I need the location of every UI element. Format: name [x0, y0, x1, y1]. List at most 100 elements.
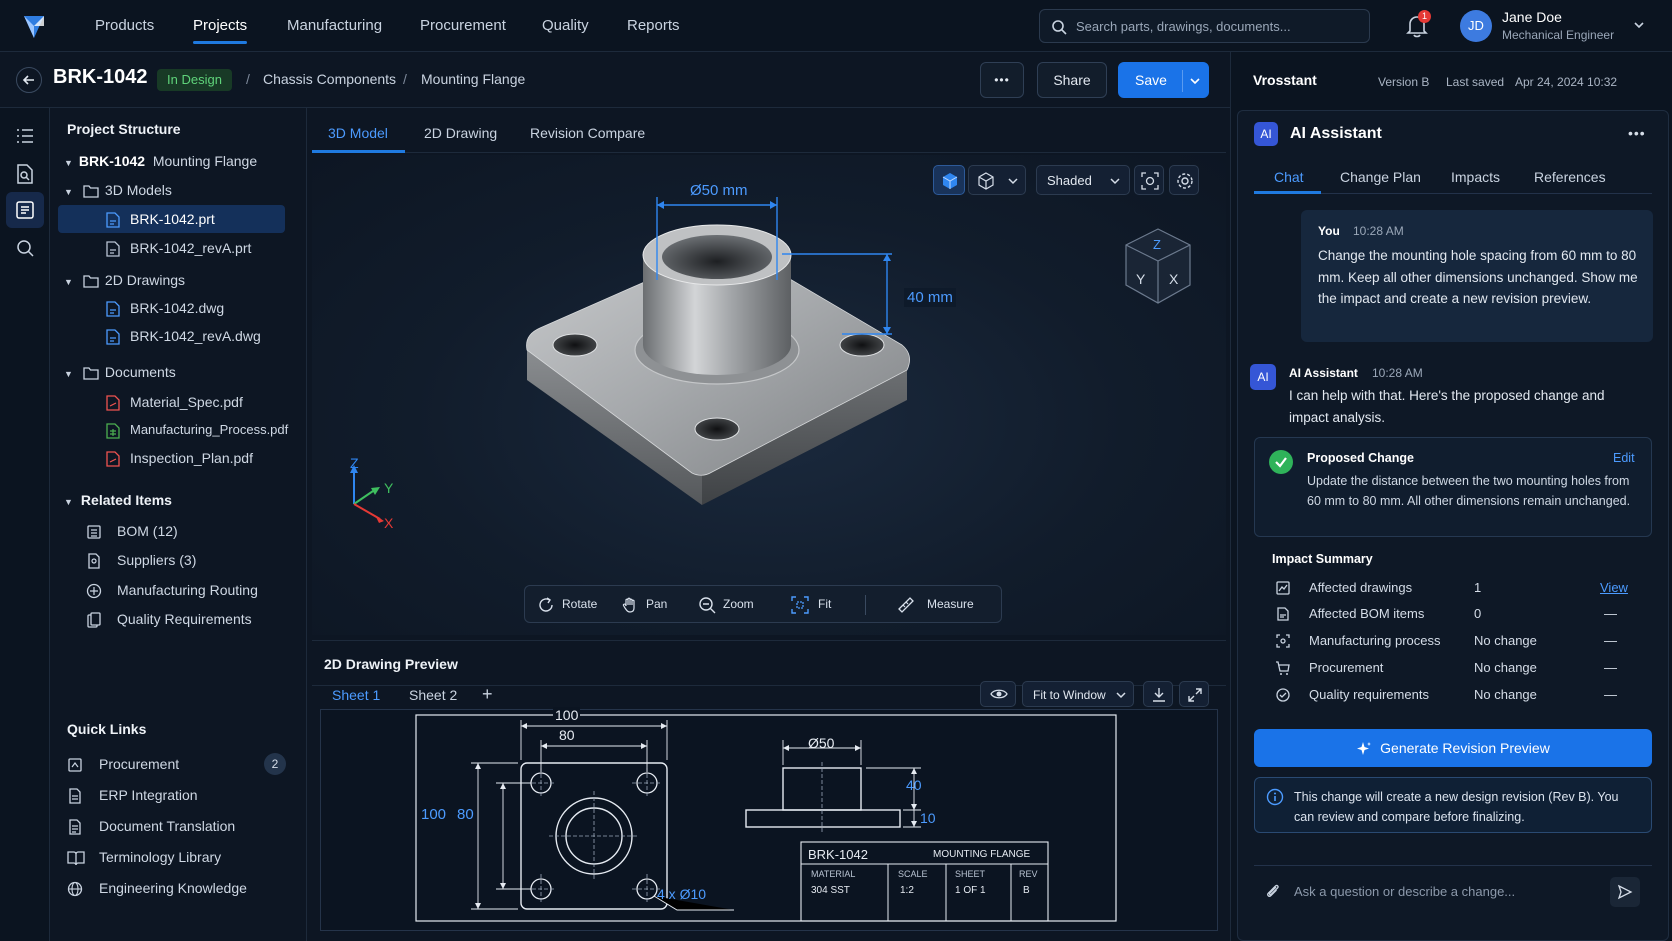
- avatar[interactable]: JD: [1460, 10, 1492, 42]
- drawing-sheet[interactable]: 100 80 100 80 4 x Ø10 Ø50 40 10 BRK-1042…: [320, 707, 1218, 931]
- caret-down-icon: ▼: [64, 277, 73, 287]
- tab-sheet-2[interactable]: Sheet 2: [409, 687, 457, 703]
- folder-icon: [83, 184, 105, 198]
- nav-quality[interactable]: Quality: [542, 0, 589, 52]
- 3d-viewport[interactable]: Shaded Z Y X Ø50 mm 40 mm Z Y X: [312, 155, 1226, 635]
- quick-link-erp[interactable]: ERP Integration: [67, 781, 287, 809]
- tree-file-material-spec[interactable]: Material_Spec.pdf: [106, 388, 291, 416]
- pan-tool[interactable]: Pan: [621, 586, 667, 622]
- tab-references[interactable]: References: [1534, 169, 1606, 185]
- tree-file-manufacturing-process[interactable]: Manufacturing_Process.pdf: [106, 416, 291, 444]
- file-label: Inspection_Plan.pdf: [130, 450, 253, 466]
- settings-button[interactable]: [1169, 165, 1199, 195]
- impact-value: 0: [1474, 606, 1482, 621]
- list-tree-icon[interactable]: [13, 124, 37, 148]
- quick-link-label: Procurement: [99, 756, 180, 772]
- related-items-header[interactable]: ▼ Related Items: [64, 486, 284, 514]
- screenshot-button[interactable]: [1134, 165, 1164, 195]
- related-item-quality-requirements[interactable]: Quality Requirements: [86, 605, 286, 633]
- tab-revision-compare[interactable]: Revision Compare: [530, 125, 645, 141]
- nav-procurement[interactable]: Procurement: [420, 0, 506, 52]
- render-mode-select[interactable]: Shaded: [1036, 165, 1130, 195]
- document-search-icon[interactable]: [13, 162, 37, 186]
- tree-file-prt-reva[interactable]: BRK-1042_revA.prt: [106, 234, 286, 262]
- back-button[interactable]: [16, 67, 42, 93]
- edit-link[interactable]: Edit: [1613, 451, 1635, 465]
- tree-file-dwg-reva[interactable]: BRK-1042_revA.dwg: [106, 322, 286, 350]
- view-cube-x-label: X: [1169, 271, 1179, 287]
- nav-manufacturing[interactable]: Manufacturing: [287, 0, 382, 52]
- tree-file-prt[interactable]: BRK-1042.prt: [58, 205, 285, 233]
- add-sheet-icon[interactable]: +: [482, 684, 493, 705]
- download-button[interactable]: [1143, 681, 1173, 707]
- more-options-icon[interactable]: •••: [1628, 125, 1646, 141]
- impact-action: —: [1604, 606, 1617, 621]
- dim-height-10: 10: [920, 810, 936, 826]
- inspect-icon[interactable]: [13, 236, 37, 260]
- tree-folder-documents[interactable]: ▼ Documents: [64, 358, 284, 386]
- more-options-button[interactable]: •••: [980, 62, 1024, 98]
- related-item-bom[interactable]: BOM (12): [86, 517, 286, 545]
- view-cube-widget[interactable]: Z Y X: [1122, 227, 1194, 307]
- impact-value: 1: [1474, 580, 1482, 595]
- visibility-toggle[interactable]: [980, 681, 1016, 707]
- related-item-suppliers[interactable]: Suppliers (3): [86, 546, 286, 574]
- app-logo-icon[interactable]: [20, 12, 48, 40]
- quick-link-procurement[interactable]: Procurement: [67, 750, 287, 778]
- tab-sheet-1[interactable]: Sheet 1: [332, 687, 380, 703]
- tree-folder-3d-models[interactable]: ▼ 3D Models: [64, 176, 284, 204]
- tab-2d-drawing[interactable]: 2D Drawing: [424, 125, 497, 141]
- ai-avatar-icon: AI: [1250, 364, 1276, 390]
- quick-link-terminology[interactable]: Terminology Library: [67, 843, 287, 871]
- expand-button[interactable]: [1179, 681, 1209, 707]
- dim-diameter-50: Ø50: [808, 735, 835, 751]
- top-nav-bar: Products Projects Manufacturing Procurem…: [0, 0, 1672, 52]
- tab-3d-model[interactable]: 3D Model: [328, 125, 388, 141]
- tree-folder-2d-drawings[interactable]: ▼ 2D Drawings: [64, 266, 284, 294]
- search-input[interactable]: Search parts, drawings, documents...: [1039, 9, 1370, 43]
- chevron-down-icon[interactable]: [1632, 18, 1646, 32]
- breadcrumb-item-chassis[interactable]: Chassis Components: [263, 71, 396, 87]
- fit-to-window-select[interactable]: Fit to Window: [1022, 681, 1134, 707]
- paperclip-icon[interactable]: [1264, 882, 1282, 900]
- generate-revision-preview-button[interactable]: Generate Revision Preview: [1254, 729, 1652, 767]
- quick-link-engineering-knowledge[interactable]: Engineering Knowledge: [67, 874, 287, 902]
- chevron-down-icon[interactable]: [1188, 74, 1202, 88]
- nav-reports[interactable]: Reports: [627, 0, 680, 52]
- related-item-manufacturing-routing[interactable]: Manufacturing Routing: [86, 576, 286, 604]
- quality-doc-icon: [86, 612, 117, 628]
- ask-input[interactable]: Ask a question or describe a change...: [1294, 884, 1515, 899]
- view-link[interactable]: View: [1600, 580, 1628, 595]
- breadcrumb-item-flange[interactable]: Mounting Flange: [421, 71, 525, 87]
- supplier-doc-icon: [86, 553, 117, 569]
- tab-impacts[interactable]: Impacts: [1451, 169, 1500, 185]
- tree-file-inspection-plan[interactable]: Inspection_Plan.pdf: [106, 444, 291, 472]
- search-icon: [1052, 20, 1067, 35]
- generate-label: Generate Revision Preview: [1380, 740, 1550, 756]
- nav-projects[interactable]: Projects: [193, 0, 248, 52]
- view-cube-solid-button[interactable]: [933, 165, 965, 195]
- folder-icon: [83, 366, 105, 380]
- rotate-tool[interactable]: Rotate: [537, 586, 597, 622]
- send-button[interactable]: [1610, 877, 1640, 907]
- tab-change-plan[interactable]: Change Plan: [1340, 169, 1421, 185]
- nav-products[interactable]: Products: [95, 0, 154, 52]
- view-orientation-dropdown[interactable]: [968, 165, 1026, 195]
- model-tree-icon[interactable]: [13, 198, 37, 222]
- render-mode-value: Shaded: [1047, 173, 1092, 188]
- status-badge: In Design: [157, 69, 232, 91]
- save-button[interactable]: Save: [1118, 62, 1209, 98]
- fit-tool[interactable]: Fit: [791, 586, 831, 622]
- share-button[interactable]: Share: [1037, 62, 1107, 98]
- tree-root[interactable]: ▼ BRK-1042 Mounting Flange: [64, 147, 284, 175]
- sheet-file-icon: [106, 422, 130, 439]
- tab-chat[interactable]: Chat: [1274, 169, 1304, 185]
- measure-tool[interactable]: Measure: [897, 586, 974, 622]
- file-label: Material_Spec.pdf: [130, 394, 243, 410]
- quick-link-document-translation[interactable]: Document Translation: [67, 812, 287, 840]
- tree-file-dwg[interactable]: BRK-1042.dwg: [106, 294, 286, 322]
- impact-action: —: [1604, 660, 1617, 675]
- zoom-tool[interactable]: Zoom: [698, 586, 754, 622]
- impact-row-bom: Affected BOM items 0 —: [1272, 604, 1642, 626]
- procurement-icon: [67, 757, 99, 773]
